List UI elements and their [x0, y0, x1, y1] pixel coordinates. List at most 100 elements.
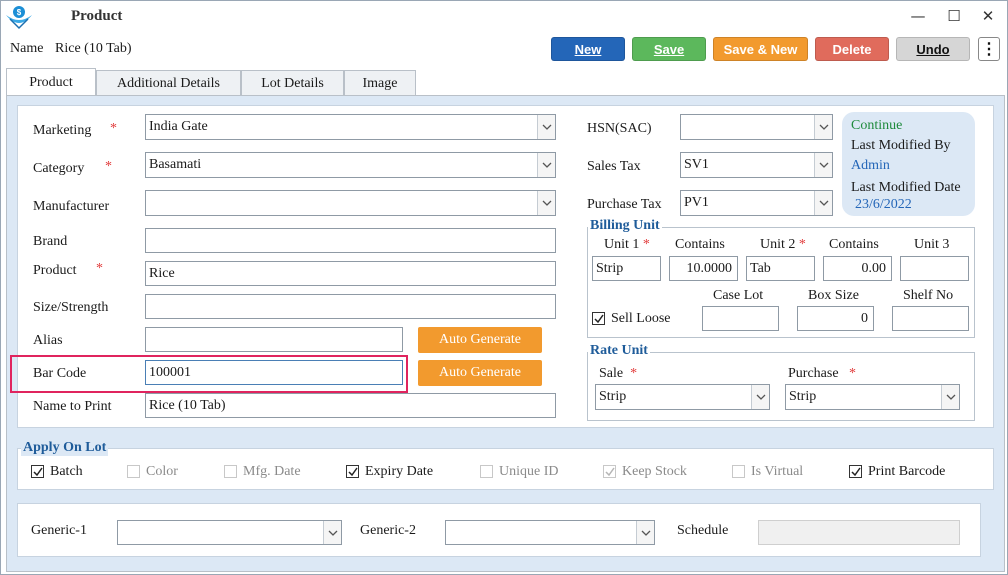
last-modified-date-label: Last Modified Date: [851, 180, 961, 195]
product-input[interactable]: Rice: [145, 261, 556, 286]
last-modified-by-label: Last Modified By: [851, 138, 951, 153]
hsn-select[interactable]: [680, 114, 833, 140]
lot-checkbox-is-virtual[interactable]: [732, 465, 745, 478]
svg-text:$: $: [17, 8, 22, 17]
brand-input[interactable]: [145, 228, 556, 253]
alias-auto-generate-button[interactable]: Auto Generate: [418, 327, 542, 353]
generic1-label: Generic-1: [31, 523, 87, 538]
shelf-no-label: Shelf No: [903, 288, 954, 303]
box-size-input[interactable]: 0: [797, 306, 874, 331]
generic1-select[interactable]: [117, 520, 342, 545]
unit3-label: Unit 3: [914, 237, 950, 252]
tab-product[interactable]: Product: [6, 68, 96, 95]
chevron-down-icon: [537, 191, 555, 215]
marketing-value: India Gate: [149, 119, 208, 134]
manufacturer-select[interactable]: [145, 190, 556, 216]
lot-checkbox-label: Is Virtual: [751, 464, 804, 479]
lot-checkbox-label: Batch: [50, 464, 83, 479]
contains1-input[interactable]: 10.0000: [669, 256, 738, 281]
lot-checkbox-mfg-date[interactable]: [224, 465, 237, 478]
chevron-down-icon: [814, 115, 832, 139]
marketing-select[interactable]: India Gate: [145, 114, 556, 140]
last-modified-by-value: Admin: [851, 158, 890, 173]
title-bar: $ Product — ☐ ✕: [0, 0, 1008, 34]
save-button-label: Save: [653, 42, 685, 57]
lot-checkbox-label: Mfg. Date: [243, 464, 301, 479]
chevron-down-icon: [814, 153, 832, 177]
lot-checkbox-color[interactable]: [127, 465, 140, 478]
tab-additional-details[interactable]: Additional Details: [96, 70, 241, 96]
alias-input[interactable]: [145, 327, 403, 352]
unit2-input[interactable]: Tab: [746, 256, 815, 281]
lot-checkbox-print-barcode[interactable]: [849, 465, 862, 478]
lot-checkbox-unique-id[interactable]: [480, 465, 493, 478]
size-strength-label: Size/Strength: [33, 300, 109, 315]
hsn-label: HSN(SAC): [587, 121, 652, 136]
product-label: Product: [33, 263, 77, 278]
purchase-tax-select[interactable]: PV1: [680, 190, 833, 216]
last-modified-date-value: 23/6/2022: [855, 197, 912, 212]
maximize-button[interactable]: ☐: [940, 6, 968, 26]
name-to-print-label: Name to Print: [33, 399, 112, 414]
chevron-down-icon: [814, 191, 832, 215]
check-icon: [33, 467, 43, 477]
size-strength-input[interactable]: [145, 294, 556, 319]
check-icon: [851, 467, 861, 477]
case-lot-input[interactable]: [702, 306, 779, 331]
new-button[interactable]: New: [551, 37, 625, 61]
lot-checkbox-label: Expiry Date: [365, 464, 434, 479]
sales-tax-select[interactable]: SV1: [680, 152, 833, 178]
check-icon: [348, 467, 358, 477]
bar-code-auto-generate-button[interactable]: Auto Generate: [418, 360, 542, 386]
purchase-unit-label: Purchase *: [788, 366, 857, 381]
lot-checkbox-label: Unique ID: [499, 464, 559, 479]
check-icon: [605, 467, 615, 477]
generic2-select[interactable]: [445, 520, 655, 545]
minimize-button[interactable]: —: [904, 6, 932, 26]
category-required-mark: *: [105, 159, 112, 174]
new-button-label: New: [574, 42, 602, 57]
sale-unit-select[interactable]: Strip: [595, 384, 770, 410]
manufacturer-label: Manufacturer: [33, 199, 110, 214]
billing-unit-title: Billing Unit: [588, 218, 662, 234]
tab-image[interactable]: Image: [344, 70, 416, 96]
lot-checkbox-keep-stock[interactable]: [603, 465, 616, 478]
lot-checkbox-batch[interactable]: [31, 465, 44, 478]
unit3-input[interactable]: [900, 256, 969, 281]
name-to-print-input[interactable]: Rice (10 Tab): [145, 393, 556, 418]
undo-button[interactable]: Undo: [896, 37, 970, 61]
case-lot-label: Case Lot: [713, 288, 764, 303]
undo-button-label: Undo: [916, 42, 950, 57]
unit1-input[interactable]: Strip: [592, 256, 661, 281]
app-logo-icon: $: [4, 3, 34, 31]
sales-tax-value: SV1: [684, 157, 709, 172]
more-options-button[interactable]: ⋮: [978, 37, 1000, 61]
save-new-button[interactable]: Save & New: [713, 37, 808, 61]
sale-label: Sale *: [599, 366, 638, 381]
brand-label: Brand: [33, 234, 68, 249]
chevron-down-icon: [537, 115, 555, 139]
schedule-input[interactable]: [758, 520, 960, 545]
category-select[interactable]: Basamati: [145, 152, 556, 178]
schedule-label: Schedule: [677, 523, 729, 538]
generic2-label: Generic-2: [360, 523, 416, 538]
lot-checkbox-expiry-date[interactable]: [346, 465, 359, 478]
category-label: Category: [33, 161, 85, 176]
purchase-tax-label: Purchase Tax: [587, 197, 662, 212]
contains2-label: Contains: [829, 237, 879, 252]
name-label: Name: [10, 41, 44, 56]
tab-lot-details[interactable]: Lot Details: [241, 70, 344, 96]
window-title: Product: [71, 8, 123, 24]
purchase-unit-select[interactable]: Strip: [785, 384, 960, 410]
chevron-down-icon: [323, 521, 341, 544]
shelf-no-input[interactable]: [892, 306, 969, 331]
save-button[interactable]: Save: [632, 37, 706, 61]
sell-loose-checkbox[interactable]: [592, 312, 605, 325]
delete-button[interactable]: Delete: [815, 37, 889, 61]
box-size-label: Box Size: [808, 288, 859, 303]
bar-code-input[interactable]: 100001: [145, 360, 403, 385]
close-button[interactable]: ✕: [974, 6, 1002, 26]
contains2-input[interactable]: 0.00: [823, 256, 892, 281]
sell-loose-label: Sell Loose: [611, 311, 671, 326]
apply-on-lot-title: Apply On Lot: [21, 440, 109, 456]
